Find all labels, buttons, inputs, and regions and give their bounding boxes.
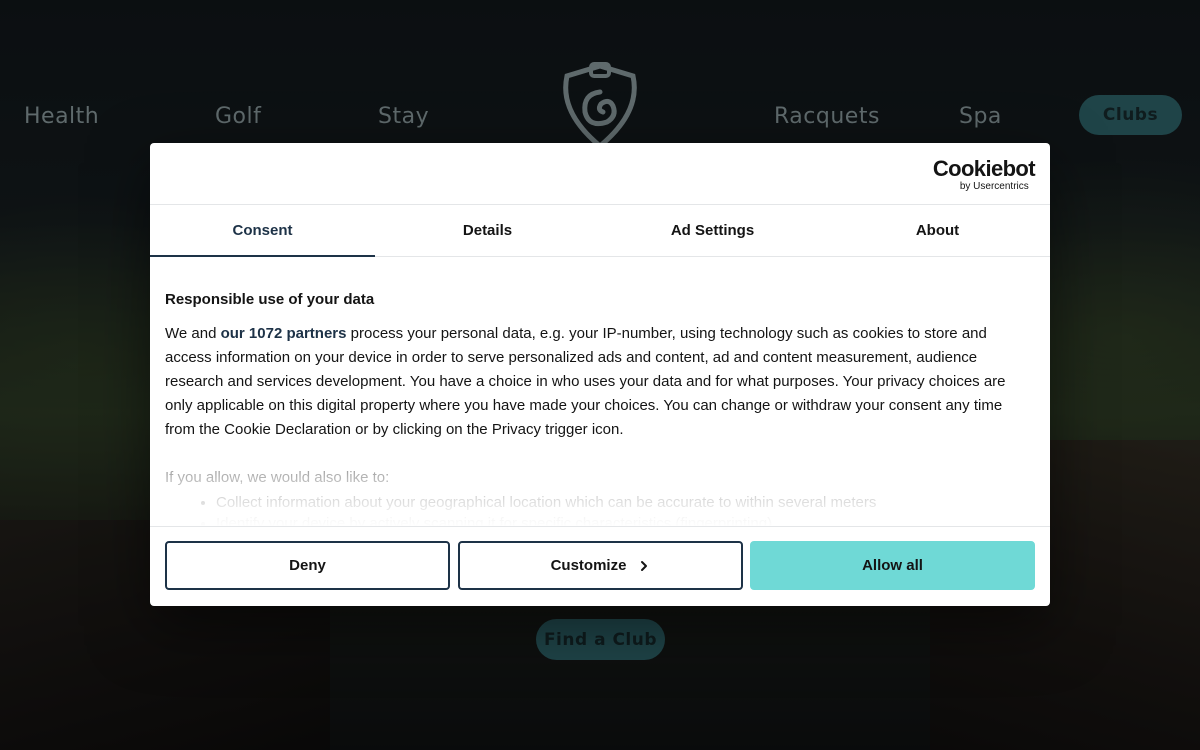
tab-ad-settings[interactable]: Ad Settings: [600, 205, 825, 256]
consent-text-before: We and: [165, 325, 221, 342]
allow-all-button[interactable]: Allow all: [750, 541, 1035, 590]
list-item: Collect information about your geographi…: [216, 492, 1035, 513]
cookie-consent-dialog: Cookiebot by Usercentrics Consent Detail…: [150, 143, 1050, 606]
crest-logo-icon[interactable]: [555, 62, 645, 148]
nav-spa[interactable]: Spa: [959, 104, 1002, 129]
deny-button[interactable]: Deny: [165, 541, 450, 590]
customize-button[interactable]: Customize: [458, 541, 743, 590]
dialog-tabs: Consent Details Ad Settings About: [150, 205, 1050, 257]
consent-text: We and our 1072 partners process your pe…: [165, 322, 1035, 442]
cookiebot-logo[interactable]: Cookiebot by Usercentrics: [932, 156, 1036, 193]
partners-link[interactable]: our 1072 partners: [221, 325, 347, 342]
divider: [150, 526, 1050, 527]
dialog-header: Cookiebot by Usercentrics: [150, 143, 1050, 205]
customize-label: Customize: [550, 557, 627, 574]
allow-list: Collect information about your geographi…: [165, 492, 1035, 527]
tab-about[interactable]: About: [825, 205, 1050, 256]
dialog-body[interactable]: Responsible use of your data We and our …: [150, 257, 1050, 527]
brand-sub: by Usercentrics: [959, 181, 1029, 192]
nav-racquets[interactable]: Racquets: [774, 104, 880, 129]
nav-clubs-button[interactable]: Clubs: [1079, 95, 1182, 135]
chevron-right-icon: [641, 560, 648, 571]
allow-intro: If you allow, we would also like to:: [165, 469, 390, 486]
tab-consent[interactable]: Consent: [150, 205, 375, 257]
nav-health[interactable]: Health: [24, 104, 99, 129]
nav-stay[interactable]: Stay: [378, 104, 429, 129]
nav-golf[interactable]: Golf: [215, 104, 261, 129]
dialog-title: Responsible use of your data: [165, 291, 375, 308]
find-club-button[interactable]: Find a Club: [536, 619, 665, 660]
brand-name: Cookiebot: [932, 156, 1036, 181]
dialog-actions: Deny Customize Allow all: [165, 541, 1035, 590]
list-item: Identify your device by actively scannin…: [216, 513, 1035, 527]
tab-details[interactable]: Details: [375, 205, 600, 256]
